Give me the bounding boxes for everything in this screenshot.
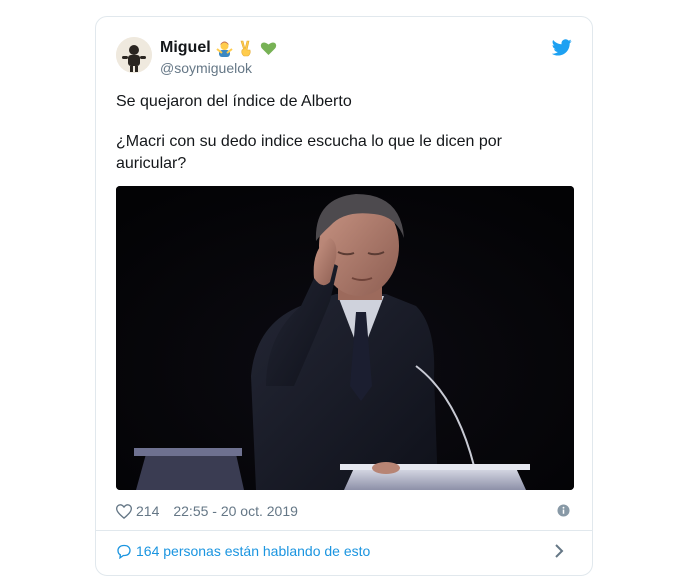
display-name[interactable]: Miguel — [160, 39, 211, 57]
speech-bubble-icon — [117, 544, 131, 559]
chevron-right-icon[interactable] — [554, 543, 568, 562]
tweet-line-2: ¿Macri con su dedo indice escucha lo que… — [116, 133, 502, 172]
tweet-line-1: Se quejaron del índice de Alberto — [116, 93, 352, 110]
like-button[interactable]: 214 — [116, 503, 159, 519]
info-icon[interactable] — [557, 504, 570, 520]
divider — [96, 530, 592, 531]
avatar[interactable] — [116, 37, 152, 73]
tweet-photo[interactable] — [116, 186, 574, 490]
user-names[interactable]: Miguel @soymiguelok — [160, 37, 277, 76]
heart-outline-icon — [116, 503, 132, 519]
tweet-card: Miguel @soymiguelok Se quejaron del índi… — [95, 16, 593, 576]
victory-hand-emoji — [238, 40, 255, 57]
conversation-link[interactable]: 164 personas están hablando de esto — [116, 540, 572, 562]
green-heart-emoji — [260, 40, 277, 57]
twitter-bird-icon[interactable] — [551, 39, 572, 57]
tweet-text: Se quejaron del índice de Alberto ¿Macri… — [116, 91, 526, 175]
tweet-header: Miguel @soymiguelok — [116, 37, 572, 81]
tweet-meta: 214 22:55 - 20 oct. 2019 — [116, 500, 572, 522]
like-count: 214 — [136, 503, 160, 519]
conversation-text[interactable]: 164 personas están hablando de esto — [136, 543, 370, 559]
person-gesturing-no-emoji — [216, 40, 233, 57]
user-handle[interactable]: @soymiguelok — [160, 60, 277, 76]
tweet-timestamp[interactable]: 22:55 - 20 oct. 2019 — [173, 503, 298, 519]
